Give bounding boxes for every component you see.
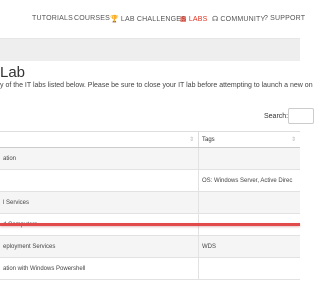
- nav-tutorials[interactable]: TUTORIALS: [32, 15, 73, 22]
- column-header-tags[interactable]: Tags ⇕: [198, 131, 300, 148]
- nav-lab-challenges-label: LAB CHALLENGES: [120, 16, 186, 23]
- table-row[interactable]: eployment Services WDS: [0, 235, 300, 258]
- nav-labs[interactable]: ▦ LABS: [180, 15, 208, 23]
- nav-community-label: COMMUNITY: [220, 16, 266, 23]
- nav-labs-label: LABS: [188, 16, 208, 23]
- lab-name-cell[interactable]: [0, 169, 199, 192]
- nav-community[interactable]: ☊ COMMUNITY: [212, 15, 265, 23]
- lab-name-cell[interactable]: ation with Windows Powershell: [0, 257, 199, 280]
- lab-tags-cell: [198, 147, 300, 170]
- search-label: Search:: [264, 113, 289, 120]
- sort-icon: ⇕: [188, 137, 194, 143]
- search-input[interactable]: [288, 108, 314, 124]
- table-header-row: ⇕ Tags ⇕: [0, 131, 300, 148]
- labs-icon: ▦: [180, 16, 187, 23]
- support-icon: ?: [264, 15, 269, 22]
- nav-support-label: SUPPORT: [270, 15, 306, 22]
- nav-lab-challenges[interactable]: 🏆 LAB CHALLENGES: [110, 15, 186, 23]
- labs-table: ⇕ Tags ⇕ ation OS: Windows Server, Activ…: [0, 131, 300, 280]
- nav-support[interactable]: ? SUPPORT: [264, 15, 305, 22]
- lab-name-cell[interactable]: ation: [0, 147, 199, 170]
- lab-tags-cell: WDS: [198, 235, 300, 258]
- table-row[interactable]: l Services: [0, 191, 300, 214]
- table-row[interactable]: ation: [0, 147, 300, 170]
- sort-icon: ⇕: [290, 137, 296, 143]
- trophy-icon: 🏆: [110, 16, 119, 23]
- top-navigation: TUTORIALS COURSES 🏆 LAB CHALLENGES ▦ LABS …: [0, 0, 305, 39]
- community-icon: ☊: [212, 16, 219, 23]
- subheader-bar: [0, 39, 300, 61]
- highlight-divider: [0, 223, 300, 226]
- lab-name-cell[interactable]: l Services: [0, 191, 199, 214]
- lab-tags-cell: [198, 191, 300, 214]
- lab-tags-cell: [198, 257, 300, 280]
- nav-courses[interactable]: COURSES: [74, 15, 110, 22]
- lab-name-cell[interactable]: eployment Services: [0, 235, 199, 258]
- table-row[interactable]: ation with Windows Powershell: [0, 257, 300, 280]
- column-header-tags-label: Tags: [202, 136, 215, 143]
- lab-tags-cell: OS: Windows Server, Active Direc: [198, 169, 300, 192]
- page-title: Lab: [0, 64, 26, 81]
- page-intro-text: y of the IT labs listed below. Please be…: [0, 82, 313, 89]
- column-header-name[interactable]: ⇕: [0, 131, 199, 148]
- table-row[interactable]: OS: Windows Server, Active Direc: [0, 169, 300, 192]
